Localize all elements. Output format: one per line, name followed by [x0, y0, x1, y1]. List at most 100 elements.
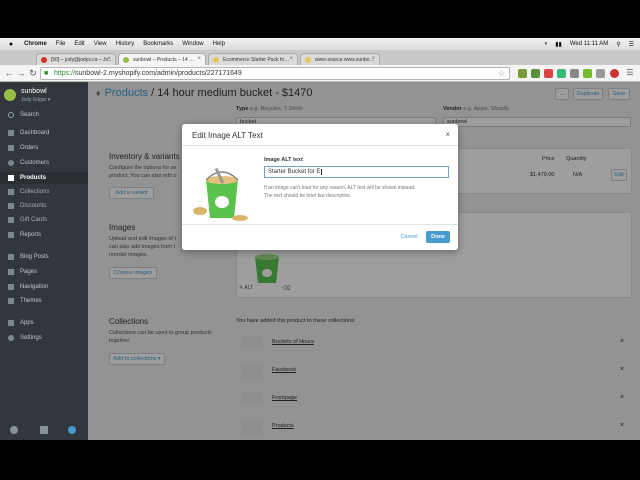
close-icon[interactable]: ×	[445, 130, 450, 139]
menu-chrome[interactable]: Chrome	[24, 41, 47, 47]
alt-text-value: Starter Bucket for E	[268, 169, 321, 175]
sidebar-item-label: Customers	[20, 160, 50, 166]
sidebar-item-label: Gift Cards	[20, 217, 48, 223]
browser-tab-bar: [50] – jody@jodys.ca – Jo… × sunbowl – P…	[0, 50, 640, 65]
sidebar-item-collections[interactable]: Collections	[0, 186, 88, 198]
sidebar-item-discounts[interactable]: Discounts	[0, 200, 88, 212]
notifications-icon[interactable]	[68, 426, 76, 434]
sidebar-item-reports[interactable]: Reports	[0, 229, 88, 241]
sidebar-item-label: Themes	[20, 298, 42, 304]
edit-alt-text-modal: Edit Image ALT Text × Image ALT text Sta…	[182, 124, 458, 250]
sidebar-footer	[0, 422, 88, 440]
tab-label: sunbowl – Products – 14 …	[133, 57, 195, 63]
sidebar-item-themes[interactable]: Themes	[0, 295, 88, 307]
clock[interactable]: Wed 11:11 AM	[570, 41, 608, 47]
modal-header: Edit Image ALT Text ×	[182, 124, 458, 146]
blog-icon	[8, 254, 14, 260]
help-icon[interactable]	[10, 426, 18, 434]
sidebar-item-pages[interactable]: Pages	[0, 266, 88, 278]
sidebar-item-navigation[interactable]: Navigation	[0, 281, 88, 293]
alt-text-help: If an image can't load for any reason, A…	[264, 184, 449, 200]
store-logo	[4, 89, 16, 101]
sidebar-item-customers[interactable]: Customers	[0, 157, 88, 169]
notes-icon[interactable]	[40, 426, 48, 434]
sidebar-item-label: Collections	[20, 189, 50, 195]
menu-file[interactable]: File	[56, 41, 66, 47]
menu-window[interactable]: Window	[182, 41, 203, 47]
back-icon[interactable]: ←	[4, 68, 14, 78]
collections-icon	[8, 189, 14, 195]
gmail-icon	[41, 57, 47, 63]
tab-ecommerce-starter[interactable]: Ecommerce Starter Pack fo… ×	[208, 53, 298, 65]
menu-bookmarks[interactable]: Bookmarks	[143, 41, 173, 47]
gift-card-icon	[8, 217, 14, 223]
battery-icon[interactable]: ▮▮	[555, 41, 562, 48]
bookmark-star-icon[interactable]: ☆	[498, 69, 505, 78]
sidebar-item-dashboard[interactable]: Dashboard	[0, 127, 88, 139]
sidebar-item-settings[interactable]: Settings	[0, 332, 88, 344]
reports-icon	[8, 232, 14, 238]
modal-title: Edit Image ALT Text	[192, 131, 263, 140]
close-icon[interactable]: ×	[371, 56, 375, 62]
modal-footer-divider	[182, 224, 458, 225]
close-icon[interactable]: ×	[289, 56, 293, 62]
sidebar-item-label: Blog Posts	[20, 254, 49, 260]
store-name: sunbowl	[21, 88, 47, 95]
sidebar-item-blog-posts[interactable]: Blog Posts	[0, 251, 88, 263]
extension-icon[interactable]	[531, 69, 540, 78]
menu-icon[interactable]: ☰	[625, 68, 635, 78]
extension-icon[interactable]	[570, 69, 579, 78]
extension-icon[interactable]	[557, 69, 566, 78]
reload-icon[interactable]: ↻	[28, 68, 38, 78]
sidebar-item-gift-cards[interactable]: Gift Cards	[0, 214, 88, 226]
menu-view[interactable]: View	[94, 41, 107, 47]
menu-help[interactable]: Help	[213, 41, 225, 47]
gmail-extension-icon[interactable]	[544, 69, 553, 78]
cancel-button[interactable]: Cancel	[397, 231, 421, 243]
close-icon[interactable]: ×	[107, 56, 111, 62]
apple-icon[interactable]: ●	[7, 41, 15, 48]
extension-icon[interactable]	[583, 69, 592, 78]
tag-icon	[8, 175, 14, 181]
tab-shopify-products[interactable]: sunbowl – Products – 14 … ×	[118, 53, 206, 65]
extension-icon[interactable]	[518, 69, 527, 78]
sidebar-item-label: Discounts	[20, 203, 47, 209]
sidebar-item-orders[interactable]: Orders	[0, 142, 88, 154]
tab-www-source[interactable]: www-source.www.sunbo… ×	[300, 53, 380, 65]
address-bar[interactable]: ■ https://sunbowl-2.myshopify.com/admin/…	[40, 67, 510, 80]
customers-icon	[8, 160, 14, 166]
sidebar-item-label: Apps	[20, 320, 34, 326]
alt-text-label: Image ALT text	[264, 157, 303, 163]
sidebar-item-apps[interactable]: Apps	[0, 317, 88, 329]
close-icon[interactable]: ×	[197, 56, 201, 62]
wifi-icon[interactable]: ◑	[544, 41, 548, 47]
forward-icon[interactable]: →	[16, 68, 26, 78]
search-icon	[8, 112, 14, 118]
shopify-icon	[123, 57, 129, 63]
done-button[interactable]: Done	[426, 231, 450, 243]
help-line-1: If an image can't load for any reason, A…	[264, 185, 416, 191]
list-icon[interactable]: ☰	[629, 41, 634, 48]
sidebar-item-label: Dashboard	[20, 130, 50, 136]
extension-icon[interactable]	[610, 69, 619, 78]
store-switcher[interactable]: sunbowl Jody Edgar ▾	[4, 87, 84, 105]
user-name[interactable]: Jody Edgar ▾	[21, 97, 50, 103]
sidebar-item-search[interactable]: Search	[0, 109, 88, 121]
browser-toolbar: ← → ↻ ■ https://sunbowl-2.myshopify.com/…	[0, 65, 640, 82]
text-cursor	[321, 169, 323, 175]
discounts-icon	[8, 203, 14, 209]
tab-label: www-source.www.sunbo…	[315, 57, 375, 63]
sidebar-item-label: Navigation	[20, 284, 49, 290]
tab-label: Ecommerce Starter Pack fo…	[223, 57, 290, 63]
menu-edit[interactable]: Edit	[74, 41, 84, 47]
pages-icon	[8, 269, 14, 275]
tab-gmail[interactable]: [50] – jody@jodys.ca – Jo… ×	[36, 53, 116, 65]
admin-sidebar: sunbowl Jody Edgar ▾ Search Dashboard Or…	[0, 82, 88, 440]
extension-icon[interactable]	[596, 69, 605, 78]
gear-icon	[8, 335, 14, 341]
tab-label: [50] – jody@jodys.ca – Jo…	[51, 57, 114, 63]
sidebar-item-products[interactable]: Products	[0, 172, 88, 184]
alt-text-input[interactable]: Starter Bucket for E	[264, 166, 449, 178]
search-icon[interactable]: ⚲	[616, 41, 620, 48]
menu-history[interactable]: History	[116, 41, 135, 47]
